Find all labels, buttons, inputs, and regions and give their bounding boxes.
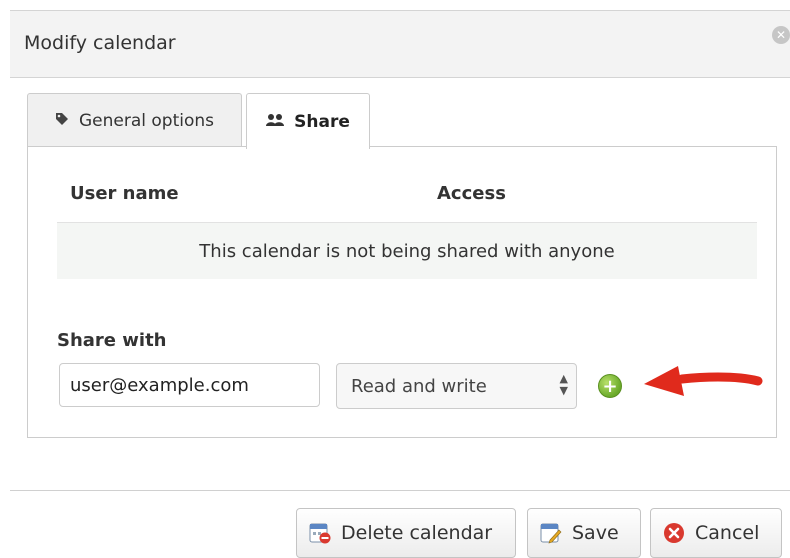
share-with-label: Share with [57,330,167,351]
footer-divider [10,490,790,491]
delete-calendar-label: Delete calendar [341,522,493,544]
dialog-titlebar: Modify calendar [10,10,790,78]
access-level-value: Read and write [351,375,487,397]
column-header-access: Access [437,183,506,204]
delete-calendar-icon [309,522,331,544]
users-icon [266,113,285,131]
annotation-arrow-icon [644,366,763,396]
select-arrows-icon: ▲ ▼ [559,372,568,397]
share-email-input[interactable] [59,363,320,407]
tab-share[interactable]: Share [246,93,370,149]
save-button[interactable]: Save [527,508,641,558]
delete-calendar-button[interactable]: Delete calendar [296,508,516,558]
access-level-select[interactable]: Read and write ▲ ▼ [336,363,577,409]
save-label: Save [572,522,619,544]
cancel-label: Cancel [695,522,760,544]
cancel-button[interactable]: Cancel [650,508,782,558]
column-header-user-name: User name [70,183,179,204]
empty-share-message: This calendar is not being shared with a… [57,223,757,279]
tab-general-options-label: General options [78,110,214,131]
tab-general-options[interactable]: General options [27,93,242,147]
dialog-title: Modify calendar [24,32,176,54]
cancel-icon [663,522,685,544]
close-icon[interactable]: ✕ [772,26,790,44]
plus-circle-icon[interactable]: + [598,374,622,398]
modify-calendar-dialog: Modify calendar ✕ General options Share … [0,0,790,558]
tag-icon [55,112,69,130]
tab-share-label: Share [294,111,350,132]
save-icon [540,522,562,544]
